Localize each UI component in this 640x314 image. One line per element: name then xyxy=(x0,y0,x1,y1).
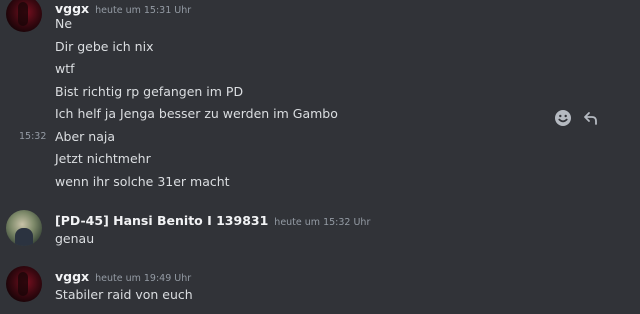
message-header: vggx heute um 19:49 Uhr xyxy=(55,268,191,284)
username[interactable]: [PD-45] Hansi Benito I 139831 xyxy=(55,213,268,228)
message-text: genau xyxy=(55,231,95,246)
message-text: Jetzt nichtmehr xyxy=(55,151,151,166)
message-text: wtf xyxy=(55,61,75,76)
avatar[interactable] xyxy=(6,266,42,302)
message-text: Dir gebe ich nix xyxy=(55,39,154,54)
add-reaction-button[interactable] xyxy=(552,107,574,129)
message-header: [PD-45] Hansi Benito I 139831 heute um 15… xyxy=(55,212,370,228)
username[interactable]: vggx xyxy=(55,1,89,16)
hover-timestamp: 15:32 xyxy=(19,131,47,142)
avatar[interactable] xyxy=(6,0,42,32)
reply-arrow-icon xyxy=(584,112,597,125)
message-text: Ich helf ja Jenga besser zu werden im Ga… xyxy=(55,106,338,121)
message-text: wenn ihr solche 31er macht xyxy=(55,174,230,189)
avatar[interactable] xyxy=(6,210,42,246)
message-timestamp: heute um 15:32 Uhr xyxy=(274,217,371,228)
message-timestamp: heute um 15:31 Uhr xyxy=(95,5,192,16)
message-text: Stabiler raid von euch xyxy=(55,287,193,302)
reply-button[interactable] xyxy=(580,107,602,129)
emoji-smile-icon xyxy=(555,110,571,126)
message-text: Ne xyxy=(55,16,73,31)
message-text: Bist richtig rp gefangen im PD xyxy=(55,84,244,99)
message-header: vggx heute um 15:31 Uhr xyxy=(55,0,191,16)
message-text: Aber naja xyxy=(55,129,116,144)
message-timestamp: heute um 19:49 Uhr xyxy=(95,273,192,284)
username[interactable]: vggx xyxy=(55,269,89,284)
